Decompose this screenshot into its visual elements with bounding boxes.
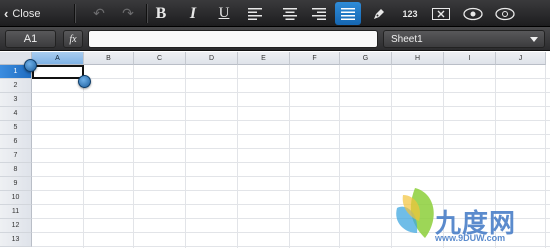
grid-row-line [32,162,550,163]
watermark-logo: 九度网 www.9DUW.com [385,183,550,248]
column-header-c[interactable]: C [134,52,186,65]
top-toolbar: ‹ Close ↶ ↷ B I U 123 [0,0,550,27]
grid-row-line [32,134,550,135]
grid-row-line [32,148,550,149]
formula-input[interactable] [88,30,378,48]
column-header-g[interactable]: G [340,52,392,65]
bold-button[interactable]: B [148,0,174,27]
view-icon-1[interactable] [460,0,486,27]
toolbar-divider [146,4,147,23]
selected-cell[interactable] [32,65,84,79]
close-label: Close [12,7,41,20]
underline-button[interactable]: U [211,0,237,27]
row-header-12[interactable]: 12 [0,219,32,233]
selection-handle-bottom-right[interactable] [78,75,91,88]
row-header-8[interactable]: 8 [0,163,32,177]
column-header-a[interactable]: A [32,52,84,65]
align-justify-icon[interactable] [335,2,361,25]
column-header-h[interactable]: H [392,52,444,65]
row-header-2[interactable]: 2 [0,79,32,93]
toolbar-divider [74,4,75,23]
number-format-button[interactable]: 123 [396,0,424,27]
row-header-6[interactable]: 6 [0,135,32,149]
sheet-name: Sheet1 [391,33,423,45]
italic-button[interactable]: I [180,0,206,27]
cell-reference-box[interactable]: A1 [5,30,56,48]
grid-row-line [32,92,550,93]
selection-handle-top-left[interactable] [24,59,37,72]
align-right-icon[interactable] [306,0,332,27]
row-header-3[interactable]: 3 [0,93,32,107]
clear-icon[interactable] [428,0,454,27]
grid-row-line [32,120,550,121]
chevron-left-icon: ‹ [4,6,9,21]
formula-bar: A1 fx Sheet1 [0,27,550,51]
view-icon-2[interactable] [492,0,518,27]
row-header-5[interactable]: 5 [0,121,32,135]
row-header-13[interactable]: 13 [0,233,32,247]
grid-row-line [32,106,550,107]
sheet-selector[interactable]: Sheet1 [383,30,545,48]
column-header-e[interactable]: E [238,52,290,65]
pen-icon[interactable] [366,0,392,27]
column-header-d[interactable]: D [186,52,238,65]
grid-row-line [32,176,550,177]
grid-row-line [32,78,550,79]
column-header-f[interactable]: F [290,52,340,65]
row-header-4[interactable]: 4 [0,107,32,121]
align-center-icon[interactable] [277,0,303,27]
close-button[interactable]: ‹ Close [4,0,56,27]
column-header-j[interactable]: J [496,52,546,65]
column-header-i[interactable]: I [444,52,496,65]
row-header-11[interactable]: 11 [0,205,32,219]
row-header-9[interactable]: 9 [0,177,32,191]
fx-button[interactable]: fx [63,30,83,48]
align-left-icon[interactable] [242,0,268,27]
row-header-7[interactable]: 7 [0,149,32,163]
undo-icon[interactable]: ↶ [86,0,112,27]
caret-down-icon [530,37,538,42]
column-header-b[interactable]: B [84,52,134,65]
redo-icon[interactable]: ↷ [115,0,141,27]
row-header-10[interactable]: 10 [0,191,32,205]
watermark-url: www.9DUW.com [435,233,506,243]
